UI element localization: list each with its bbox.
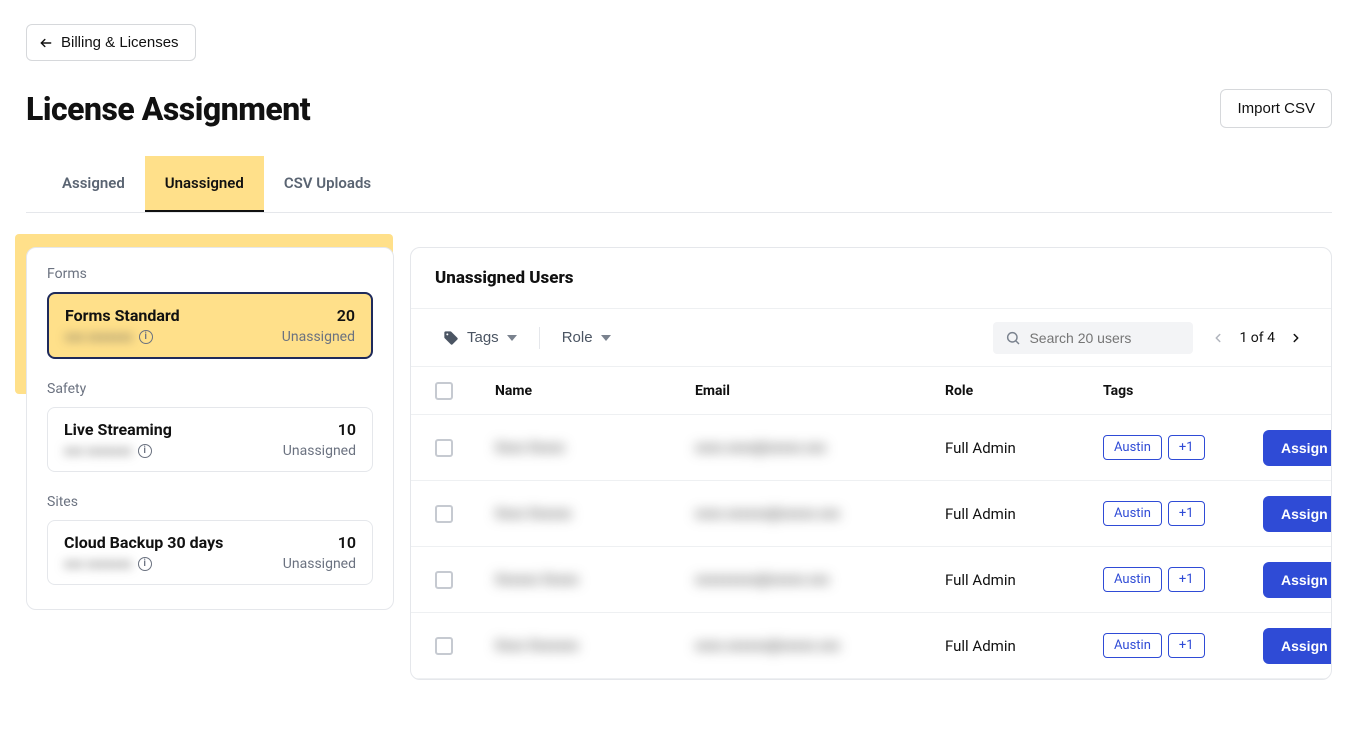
row-checkbox[interactable] <box>435 571 453 589</box>
table-header-row: Name Email Role Tags <box>411 367 1331 415</box>
search-icon <box>1005 330 1021 346</box>
license-name: Live Streaming <box>64 420 172 439</box>
user-role: Full Admin <box>945 505 1103 523</box>
assign-button[interactable]: Assign <box>1263 496 1332 532</box>
tag-chip-more[interactable]: +1 <box>1168 501 1205 526</box>
table-row: Xxxx Xxxxxx xxxx.xxxxxx@xxxxx.xxx Full A… <box>411 481 1331 547</box>
user-name-redacted: Xxxx Xxxxxx <box>495 506 695 522</box>
user-email-redacted: xxxx.xxxxxx@xxxxx.xxx <box>695 506 945 522</box>
user-role: Full Admin <box>945 439 1103 457</box>
user-name-redacted: Xxxx Xxxxx <box>495 440 695 456</box>
tab-unassigned[interactable]: Unassigned <box>145 156 264 212</box>
divider <box>539 327 540 349</box>
chevron-right-icon <box>1289 331 1303 345</box>
tag-chip-more[interactable]: +1 <box>1168 633 1205 658</box>
caret-down-icon <box>507 333 517 343</box>
tabs: Assigned Unassigned CSV Uploads <box>26 156 1332 213</box>
license-price-redacted: xxx xxxxxxx <box>65 330 133 345</box>
column-tags: Tags <box>1103 383 1263 399</box>
assign-button[interactable]: Assign <box>1263 628 1332 664</box>
tab-csv-uploads[interactable]: CSV Uploads <box>264 156 391 212</box>
license-price-redacted: xxx xxxxxxx <box>64 557 132 572</box>
license-item-forms-standard[interactable]: Forms Standard 20 xxx xxxxxxx i Unassign… <box>47 292 373 359</box>
info-icon[interactable]: i <box>139 330 153 344</box>
row-checkbox[interactable] <box>435 439 453 457</box>
search-input-wrap[interactable] <box>993 322 1193 354</box>
user-name-redacted: Xxxx Xxxxxxx <box>495 638 695 654</box>
sidebar-group-label-forms: Forms <box>47 266 373 282</box>
filter-tags-button[interactable]: Tags <box>435 321 525 354</box>
sidebar-group-label-safety: Safety <box>47 381 373 397</box>
user-email-redacted: xxxx.xxxx@xxxxx.xxx <box>695 440 945 456</box>
license-count-label: Unassigned <box>282 329 355 345</box>
tag-chip[interactable]: Austin <box>1103 435 1162 460</box>
pager-next-button[interactable] <box>1285 327 1307 349</box>
column-role: Role <box>945 383 1103 399</box>
import-csv-button[interactable]: Import CSV <box>1220 89 1332 128</box>
license-count-label: Unassigned <box>283 443 356 459</box>
pager-text: 1 of 4 <box>1239 330 1275 346</box>
page-title: License Assignment <box>26 90 310 128</box>
row-checkbox[interactable] <box>435 637 453 655</box>
license-count: 10 <box>338 533 356 552</box>
tag-chip[interactable]: Austin <box>1103 501 1162 526</box>
tag-chip-more[interactable]: +1 <box>1168 567 1205 592</box>
license-item-live-streaming[interactable]: Live Streaming 10 xxx xxxxxxx i Unassign… <box>47 407 373 472</box>
unassigned-users-panel: Unassigned Users Tags Role <box>410 247 1332 680</box>
license-price-redacted: xxx xxxxxxx <box>64 444 132 459</box>
user-role: Full Admin <box>945 571 1103 589</box>
filter-role-button[interactable]: Role <box>554 321 619 354</box>
tab-assigned[interactable]: Assigned <box>42 156 145 212</box>
column-name: Name <box>495 383 695 399</box>
tag-icon <box>443 330 459 346</box>
filter-role-label: Role <box>562 329 593 346</box>
select-all-checkbox[interactable] <box>435 382 453 400</box>
import-csv-label: Import CSV <box>1237 100 1315 117</box>
tag-chip-more[interactable]: +1 <box>1168 435 1205 460</box>
tag-chip[interactable]: Austin <box>1103 567 1162 592</box>
license-count: 10 <box>338 420 356 439</box>
info-icon[interactable]: i <box>138 557 152 571</box>
sidebar-group-label-sites: Sites <box>47 494 373 510</box>
license-sidebar: Forms Forms Standard 20 xxx xxxxxxx i Un… <box>26 247 394 610</box>
user-name-redacted: Xxxxxx Xxxxx <box>495 572 695 588</box>
back-to-billing-label: Billing & Licenses <box>61 34 179 51</box>
assign-button[interactable]: Assign <box>1263 430 1332 466</box>
back-to-billing-button[interactable]: Billing & Licenses <box>26 24 196 61</box>
user-email-redacted: xxxxxxxxx@xxxxx.xxx <box>695 572 945 588</box>
license-count: 20 <box>337 306 355 325</box>
tag-chip[interactable]: Austin <box>1103 633 1162 658</box>
license-name: Cloud Backup 30 days <box>64 533 223 552</box>
row-checkbox[interactable] <box>435 505 453 523</box>
arrow-left-icon <box>39 36 53 50</box>
user-email-redacted: xxxx.xxxxxx@xxxxx.xxx <box>695 638 945 654</box>
assign-button[interactable]: Assign <box>1263 562 1332 598</box>
license-count-label: Unassigned <box>283 556 356 572</box>
filter-tags-label: Tags <box>467 329 499 346</box>
user-role: Full Admin <box>945 637 1103 655</box>
panel-title: Unassigned Users <box>411 248 1331 308</box>
info-icon[interactable]: i <box>138 444 152 458</box>
caret-down-icon <box>601 333 611 343</box>
table-row: Xxxxxx Xxxxx xxxxxxxxx@xxxxx.xxx Full Ad… <box>411 547 1331 613</box>
table-row: Xxxx Xxxxxxx xxxx.xxxxxx@xxxxx.xxx Full … <box>411 613 1331 679</box>
pager-prev-button[interactable] <box>1207 327 1229 349</box>
search-input[interactable] <box>1029 330 1181 346</box>
table-row: Xxxx Xxxxx xxxx.xxxx@xxxxx.xxx Full Admi… <box>411 415 1331 481</box>
license-item-cloud-backup[interactable]: Cloud Backup 30 days 10 xxx xxxxxxx i Un… <box>47 520 373 585</box>
license-name: Forms Standard <box>65 306 180 325</box>
chevron-left-icon <box>1211 331 1225 345</box>
column-email: Email <box>695 383 945 399</box>
